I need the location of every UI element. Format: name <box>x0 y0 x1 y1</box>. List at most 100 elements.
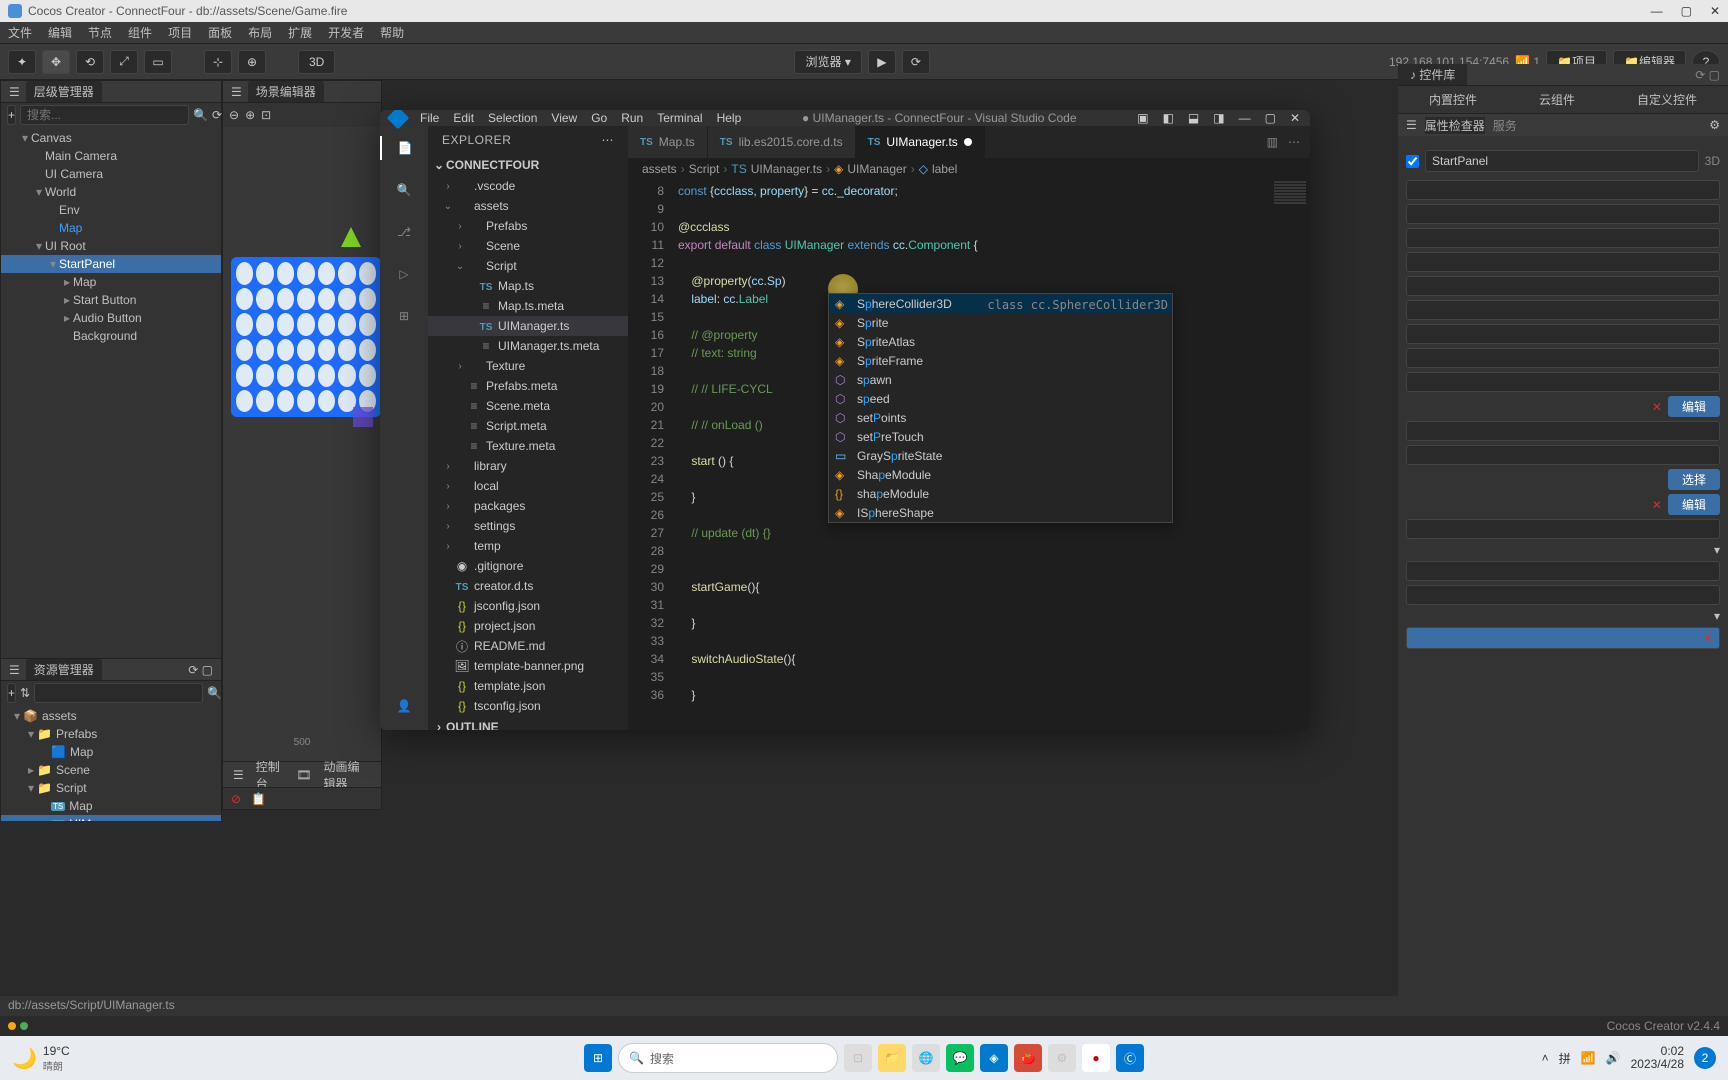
menu-developer[interactable]: 开发者 <box>328 24 364 41</box>
app-5[interactable]: 🍅 <box>1014 1044 1042 1072</box>
asset-item[interactable]: TS Map <box>1 797 221 815</box>
hierarchy-item[interactable]: ▸Audio Button <box>1 309 221 327</box>
file-tree-item[interactable]: ≡Texture.meta <box>428 436 628 456</box>
menu-edit[interactable]: 编辑 <box>48 24 72 41</box>
hierarchy-item[interactable]: ▾World <box>1 183 221 201</box>
weather-widget[interactable]: 🌙 19°C晴朗 <box>12 1044 70 1073</box>
vsc-menu-file[interactable]: File <box>420 111 439 125</box>
taskbar-search[interactable]: 🔍搜索 <box>618 1043 838 1073</box>
vsc-menu-selection[interactable]: Selection <box>488 111 537 125</box>
settings-app[interactable]: ⚙ <box>1048 1044 1076 1072</box>
insp-field-8[interactable] <box>1406 348 1720 368</box>
assets-add[interactable]: + <box>7 683 16 703</box>
hierarchy-item[interactable]: UI Camera <box>1 165 221 183</box>
explorer-app[interactable]: 📁 <box>878 1044 906 1072</box>
vsc-close[interactable]: ✕ <box>1290 111 1300 125</box>
breadcrumb[interactable]: assets› Script› TS UIManager.ts› ◈ UIMan… <box>628 158 1310 180</box>
file-tree-item[interactable]: ›Prefabs <box>428 216 628 236</box>
maximize-button[interactable]: ▢ <box>1681 4 1692 18</box>
explorer-icon[interactable]: 📄 <box>380 136 428 160</box>
asset-item[interactable]: ▾📁 Script <box>1 779 221 797</box>
asset-item[interactable]: TS UIManager <box>1 815 221 821</box>
insp-field-9[interactable] <box>1406 372 1720 392</box>
tool-add[interactable]: ✦ <box>8 50 36 74</box>
editor-tab[interactable]: TSUIManager.ts <box>856 126 985 158</box>
zoom-out-icon[interactable]: ⊖ <box>229 108 239 122</box>
file-tree-item[interactable]: ›settings <box>428 516 628 536</box>
hierarchy-item[interactable]: Map <box>1 219 221 237</box>
tray-pinyin[interactable]: 拼 <box>1559 1050 1571 1067</box>
suggest-item[interactable]: ⬡spawn <box>829 370 1172 389</box>
preview-browser[interactable]: 浏览器 ▾ <box>794 50 861 74</box>
scene-canvas[interactable]: 500 <box>223 127 381 761</box>
notification-badge[interactable]: 2 <box>1694 1047 1716 1069</box>
file-tree-item[interactable]: TSUIManager.ts <box>428 316 628 336</box>
file-tree-item[interactable]: ›.vscode <box>428 176 628 196</box>
file-tree-item[interactable]: ≡Script.meta <box>428 416 628 436</box>
suggest-item[interactable]: ◈Sprite <box>829 313 1172 332</box>
tool-scale[interactable]: ⤢ <box>110 50 138 74</box>
extensions-icon[interactable]: ⊞ <box>392 304 416 328</box>
file-tree-item[interactable]: ⌄assets <box>428 196 628 216</box>
tray-volume[interactable]: 🔊 <box>1606 1051 1621 1065</box>
vsc-minimize[interactable]: — <box>1239 111 1251 125</box>
suggest-item[interactable]: ◈ShapeModule <box>829 465 1172 484</box>
vsc-menu-help[interactable]: Help <box>717 111 742 125</box>
asset-item[interactable]: ▾📦 assets <box>1 707 221 725</box>
file-tree-item[interactable]: TScreator.d.ts <box>428 576 628 596</box>
insp-field-5[interactable] <box>1406 276 1720 296</box>
file-tree-item[interactable]: TSMap.ts <box>428 276 628 296</box>
suggest-item[interactable]: ⬡setPoints <box>829 408 1172 427</box>
node-name[interactable]: StartPanel <box>1425 150 1699 172</box>
suggest-item[interactable]: ◈ISphereShape <box>829 503 1172 522</box>
controllib-title[interactable]: 控件库 <box>1419 68 1455 82</box>
asset-item[interactable]: 🟦 Map <box>1 743 221 761</box>
tool-rect[interactable]: ▭ <box>144 50 172 74</box>
file-tree-item[interactable]: ›local <box>428 476 628 496</box>
file-tree-item[interactable]: ≡UIManager.ts.meta <box>428 336 628 356</box>
zoom-in-icon[interactable]: ⊕ <box>245 108 255 122</box>
chrome-app[interactable]: 🌐 <box>912 1044 940 1072</box>
insp-edit2[interactable]: 编辑 <box>1668 494 1720 515</box>
hierarchy-item[interactable]: ▾StartPanel <box>1 255 221 273</box>
file-tree-item[interactable]: ›Texture <box>428 356 628 376</box>
split-icon[interactable]: ▥ <box>1267 135 1278 149</box>
suggest-item[interactable]: ▭GraySpriteState <box>829 446 1172 465</box>
editor-tab[interactable]: TSlib.es2015.core.d.ts <box>708 126 856 158</box>
vsc-menu-edit[interactable]: Edit <box>453 111 474 125</box>
tool-anchor[interactable]: ⊹ <box>204 50 232 74</box>
account-icon[interactable]: 👤 <box>392 694 416 718</box>
minimap[interactable] <box>1270 180 1310 730</box>
layout-icon[interactable]: ▣ <box>1137 111 1148 125</box>
menu-node[interactable]: 节点 <box>88 24 112 41</box>
menu-extension[interactable]: 扩展 <box>288 24 312 41</box>
file-tree-item[interactable]: ›library <box>428 456 628 476</box>
cat-cloud[interactable]: 云组件 <box>1539 91 1575 108</box>
insp-field-2[interactable] <box>1406 204 1720 224</box>
node-active[interactable] <box>1406 155 1419 168</box>
editor-tab[interactable]: TSMap.ts <box>628 126 708 158</box>
suggest-popup[interactable]: class cc.SphereCollider3D ◈SphereCollide… <box>828 293 1173 523</box>
vsc-menu-run[interactable]: Run <box>621 111 643 125</box>
search-icon[interactable]: 🔍 <box>207 686 222 700</box>
hierarchy-add[interactable]: + <box>7 105 16 125</box>
vsc-menu-view[interactable]: View <box>551 111 577 125</box>
insp-field-3[interactable] <box>1406 228 1720 248</box>
refresh-button[interactable]: ⟳ <box>902 50 930 74</box>
hierarchy-item[interactable]: ▾Canvas <box>1 129 221 147</box>
insp-edit[interactable]: 编辑 <box>1668 396 1720 417</box>
code-editor[interactable]: 8910111213141516171819202122232425262728… <box>628 180 1310 730</box>
close-button[interactable]: ✕ <box>1710 4 1720 18</box>
asset-item[interactable]: ▸📁 Scene <box>1 761 221 779</box>
cat-custom[interactable]: 自定义控件 <box>1637 91 1697 108</box>
menu-layout[interactable]: 布局 <box>248 24 272 41</box>
more-icon[interactable]: ⋯ <box>1288 135 1300 149</box>
hierarchy-item[interactable]: Main Camera <box>1 147 221 165</box>
search-icon[interactable]: 🔍 <box>193 108 208 122</box>
cat-builtin[interactable]: 内置控件 <box>1429 91 1477 108</box>
vsc-maximize[interactable]: ▢ <box>1265 111 1276 125</box>
insp-field-4[interactable] <box>1406 252 1720 272</box>
menu-panel[interactable]: 面板 <box>208 24 232 41</box>
file-tree-item[interactable]: ›temp <box>428 536 628 556</box>
panel-right-icon[interactable]: ◨ <box>1213 111 1224 125</box>
